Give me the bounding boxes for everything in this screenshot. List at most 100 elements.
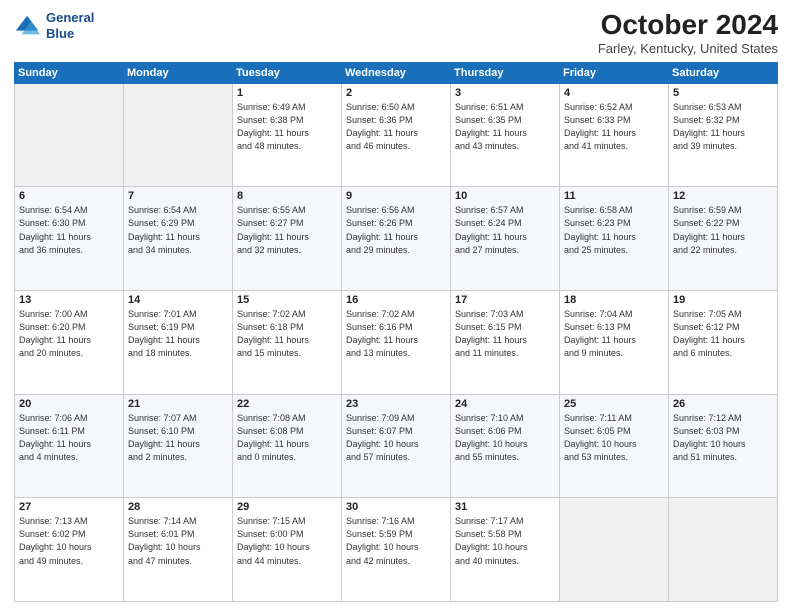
calendar-body: 1 Sunrise: 6:49 AM Sunset: 6:38 PM Daylig… <box>15 83 778 601</box>
day-number: 28 <box>128 501 228 513</box>
calendar-cell: 11 Sunrise: 6:58 AM Sunset: 6:23 PM Dayli… <box>560 187 669 291</box>
calendar-cell: 25 Sunrise: 7:11 AM Sunset: 6:05 PM Dayli… <box>560 394 669 498</box>
day-info: Sunrise: 7:03 AM Sunset: 6:15 PM Dayligh… <box>455 308 555 360</box>
weekday-header-row: SundayMondayTuesdayWednesdayThursdayFrid… <box>15 62 778 83</box>
calendar-cell: 3 Sunrise: 6:51 AM Sunset: 6:35 PM Daylig… <box>451 83 560 187</box>
day-info: Sunrise: 7:15 AM Sunset: 6:00 PM Dayligh… <box>237 515 337 567</box>
day-info: Sunrise: 7:09 AM Sunset: 6:07 PM Dayligh… <box>346 412 446 464</box>
day-info: Sunrise: 6:54 AM Sunset: 6:29 PM Dayligh… <box>128 204 228 256</box>
day-number: 13 <box>19 294 119 306</box>
day-number: 5 <box>673 87 773 99</box>
calendar-cell: 1 Sunrise: 6:49 AM Sunset: 6:38 PM Daylig… <box>233 83 342 187</box>
calendar-cell: 31 Sunrise: 7:17 AM Sunset: 5:58 PM Dayli… <box>451 498 560 602</box>
calendar-cell: 18 Sunrise: 7:04 AM Sunset: 6:13 PM Dayli… <box>560 291 669 395</box>
week-row-4: 27 Sunrise: 7:13 AM Sunset: 6:02 PM Dayli… <box>15 498 778 602</box>
weekday-saturday: Saturday <box>669 62 778 83</box>
day-info: Sunrise: 7:05 AM Sunset: 6:12 PM Dayligh… <box>673 308 773 360</box>
calendar: SundayMondayTuesdayWednesdayThursdayFrid… <box>14 62 778 602</box>
day-info: Sunrise: 6:56 AM Sunset: 6:26 PM Dayligh… <box>346 204 446 256</box>
calendar-cell: 6 Sunrise: 6:54 AM Sunset: 6:30 PM Daylig… <box>15 187 124 291</box>
day-number: 2 <box>346 87 446 99</box>
calendar-cell <box>124 83 233 187</box>
logo-line2: Blue <box>46 26 94 42</box>
calendar-cell: 2 Sunrise: 6:50 AM Sunset: 6:36 PM Daylig… <box>342 83 451 187</box>
logo-line1: General <box>46 10 94 26</box>
day-info: Sunrise: 7:14 AM Sunset: 6:01 PM Dayligh… <box>128 515 228 567</box>
day-info: Sunrise: 6:51 AM Sunset: 6:35 PM Dayligh… <box>455 101 555 153</box>
day-info: Sunrise: 7:11 AM Sunset: 6:05 PM Dayligh… <box>564 412 664 464</box>
calendar-cell: 20 Sunrise: 7:06 AM Sunset: 6:11 PM Dayli… <box>15 394 124 498</box>
day-info: Sunrise: 7:13 AM Sunset: 6:02 PM Dayligh… <box>19 515 119 567</box>
day-number: 31 <box>455 501 555 513</box>
week-row-0: 1 Sunrise: 6:49 AM Sunset: 6:38 PM Daylig… <box>15 83 778 187</box>
day-info: Sunrise: 6:58 AM Sunset: 6:23 PM Dayligh… <box>564 204 664 256</box>
weekday-wednesday: Wednesday <box>342 62 451 83</box>
day-number: 20 <box>19 398 119 410</box>
day-info: Sunrise: 7:06 AM Sunset: 6:11 PM Dayligh… <box>19 412 119 464</box>
calendar-cell: 14 Sunrise: 7:01 AM Sunset: 6:19 PM Dayli… <box>124 291 233 395</box>
calendar-cell: 17Sunrise: 7:03 AM Sunset: 6:15 PM Dayli… <box>451 291 560 395</box>
day-info: Sunrise: 6:59 AM Sunset: 6:22 PM Dayligh… <box>673 204 773 256</box>
calendar-cell: 27 Sunrise: 7:13 AM Sunset: 6:02 PM Dayli… <box>15 498 124 602</box>
day-number: 11 <box>564 190 664 202</box>
day-number: 14 <box>128 294 228 306</box>
day-number: 24 <box>455 398 555 410</box>
day-number: 10 <box>455 190 555 202</box>
day-number: 23 <box>346 398 446 410</box>
day-number: 7 <box>128 190 228 202</box>
day-info: Sunrise: 6:50 AM Sunset: 6:36 PM Dayligh… <box>346 101 446 153</box>
day-number: 6 <box>19 190 119 202</box>
day-number: 27 <box>19 501 119 513</box>
calendar-cell: 30Sunrise: 7:16 AM Sunset: 5:59 PM Dayli… <box>342 498 451 602</box>
calendar-cell: 13 Sunrise: 7:00 AM Sunset: 6:20 PM Dayli… <box>15 291 124 395</box>
day-info: Sunrise: 7:07 AM Sunset: 6:10 PM Dayligh… <box>128 412 228 464</box>
title-block: October 2024 Farley, Kentucky, United St… <box>598 10 778 56</box>
day-info: Sunrise: 6:49 AM Sunset: 6:38 PM Dayligh… <box>237 101 337 153</box>
day-number: 25 <box>564 398 664 410</box>
weekday-tuesday: Tuesday <box>233 62 342 83</box>
calendar-cell: 7 Sunrise: 6:54 AM Sunset: 6:29 PM Daylig… <box>124 187 233 291</box>
day-number: 12 <box>673 190 773 202</box>
day-info: Sunrise: 6:53 AM Sunset: 6:32 PM Dayligh… <box>673 101 773 153</box>
day-number: 26 <box>673 398 773 410</box>
day-info: Sunrise: 6:57 AM Sunset: 6:24 PM Dayligh… <box>455 204 555 256</box>
week-row-3: 20 Sunrise: 7:06 AM Sunset: 6:11 PM Dayli… <box>15 394 778 498</box>
day-number: 1 <box>237 87 337 99</box>
calendar-cell: 8 Sunrise: 6:55 AM Sunset: 6:27 PM Daylig… <box>233 187 342 291</box>
day-number: 8 <box>237 190 337 202</box>
day-number: 3 <box>455 87 555 99</box>
calendar-cell: 4Sunrise: 6:52 AM Sunset: 6:33 PM Daylig… <box>560 83 669 187</box>
calendar-cell: 21Sunrise: 7:07 AM Sunset: 6:10 PM Dayli… <box>124 394 233 498</box>
day-info: Sunrise: 7:08 AM Sunset: 6:08 PM Dayligh… <box>237 412 337 464</box>
day-info: Sunrise: 6:54 AM Sunset: 6:30 PM Dayligh… <box>19 204 119 256</box>
calendar-cell <box>669 498 778 602</box>
calendar-cell: 29Sunrise: 7:15 AM Sunset: 6:00 PM Dayli… <box>233 498 342 602</box>
day-info: Sunrise: 7:01 AM Sunset: 6:19 PM Dayligh… <box>128 308 228 360</box>
week-row-2: 13 Sunrise: 7:00 AM Sunset: 6:20 PM Dayli… <box>15 291 778 395</box>
day-info: Sunrise: 6:55 AM Sunset: 6:27 PM Dayligh… <box>237 204 337 256</box>
weekday-thursday: Thursday <box>451 62 560 83</box>
day-number: 4 <box>564 87 664 99</box>
day-number: 18 <box>564 294 664 306</box>
header: General Blue October 2024 Farley, Kentuc… <box>14 10 778 56</box>
page: General Blue October 2024 Farley, Kentuc… <box>0 0 792 612</box>
calendar-cell: 19Sunrise: 7:05 AM Sunset: 6:12 PM Dayli… <box>669 291 778 395</box>
weekday-sunday: Sunday <box>15 62 124 83</box>
day-info: Sunrise: 7:00 AM Sunset: 6:20 PM Dayligh… <box>19 308 119 360</box>
calendar-cell: 22Sunrise: 7:08 AM Sunset: 6:08 PM Dayli… <box>233 394 342 498</box>
week-row-1: 6 Sunrise: 6:54 AM Sunset: 6:30 PM Daylig… <box>15 187 778 291</box>
weekday-friday: Friday <box>560 62 669 83</box>
day-info: Sunrise: 7:02 AM Sunset: 6:18 PM Dayligh… <box>237 308 337 360</box>
calendar-cell: 26Sunrise: 7:12 AM Sunset: 6:03 PM Dayli… <box>669 394 778 498</box>
day-number: 9 <box>346 190 446 202</box>
month-title: October 2024 <box>598 10 778 41</box>
day-info: Sunrise: 7:04 AM Sunset: 6:13 PM Dayligh… <box>564 308 664 360</box>
day-info: Sunrise: 7:10 AM Sunset: 6:06 PM Dayligh… <box>455 412 555 464</box>
calendar-cell: 15Sunrise: 7:02 AM Sunset: 6:18 PM Dayli… <box>233 291 342 395</box>
logo-text: General Blue <box>46 10 94 41</box>
calendar-cell: 5 Sunrise: 6:53 AM Sunset: 6:32 PM Daylig… <box>669 83 778 187</box>
calendar-cell: 12 Sunrise: 6:59 AM Sunset: 6:22 PM Dayli… <box>669 187 778 291</box>
logo: General Blue <box>14 10 94 41</box>
day-number: 16 <box>346 294 446 306</box>
day-info: Sunrise: 7:17 AM Sunset: 5:58 PM Dayligh… <box>455 515 555 567</box>
